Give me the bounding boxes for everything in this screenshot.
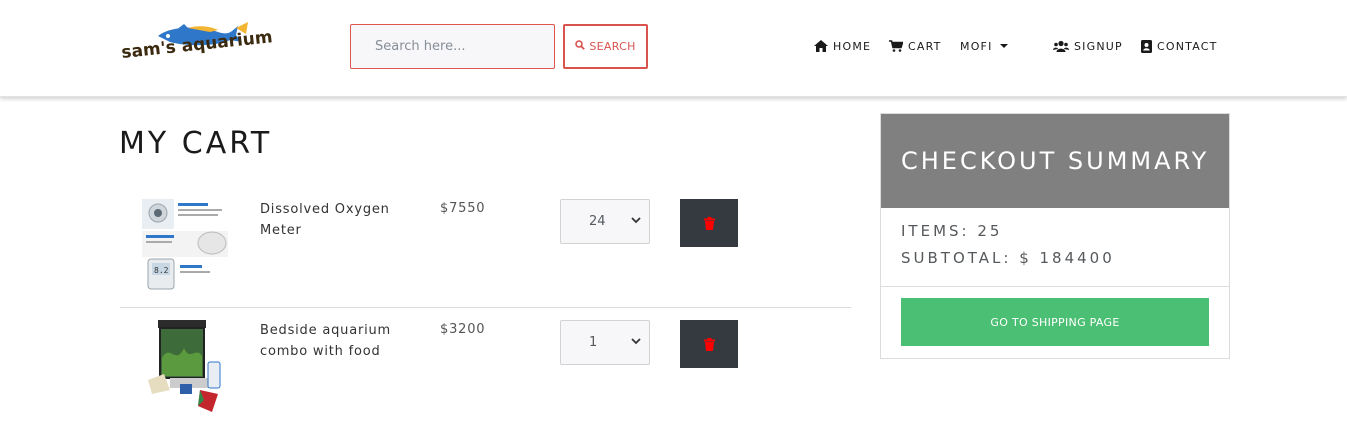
quantity-value: 1 bbox=[589, 335, 598, 350]
quantity-value: 24 bbox=[589, 214, 606, 229]
nav-cart[interactable]: CART bbox=[889, 38, 942, 54]
product-price: $7550 bbox=[440, 201, 486, 216]
summary-items-count: ITEMS: 25 bbox=[901, 222, 1003, 240]
chevron-down-icon bbox=[631, 338, 641, 345]
chevron-down-icon bbox=[631, 217, 641, 224]
nav-contact[interactable]: CONTACT bbox=[1141, 38, 1218, 54]
caret-down-icon bbox=[999, 44, 1008, 48]
summary-totals: ITEMS: 25 SUBTOTAL: $ 184400 bbox=[881, 208, 1229, 287]
navbar: sam's aquarium SEARCH HOME CART MOFI SIG… bbox=[0, 0, 1347, 97]
svg-text:8.2: 8.2 bbox=[154, 266, 169, 275]
cart-item-row: 8.2 Dissolved Oxygen Meter $7550 24 bbox=[120, 187, 851, 308]
page-title: MY CART bbox=[119, 126, 273, 161]
nav-mofi-label: MOFI bbox=[960, 39, 993, 53]
checkout-summary-card: CHECKOUT SUMMARY ITEMS: 25 SUBTOTAL: $ 1… bbox=[880, 113, 1230, 359]
product-name[interactable]: Dissolved Oxygen Meter bbox=[260, 199, 410, 241]
search-input[interactable] bbox=[350, 24, 555, 69]
nav-signup-label: SIGNUP bbox=[1074, 39, 1123, 53]
trash-icon bbox=[703, 216, 715, 230]
nav-signup[interactable]: SIGNUP bbox=[1053, 38, 1123, 54]
home-icon bbox=[814, 40, 828, 52]
product-name[interactable]: Bedside aquarium combo with food bbox=[260, 320, 410, 362]
summary-subtotal: SUBTOTAL: $ 184400 bbox=[901, 249, 1115, 267]
product-image[interactable] bbox=[140, 318, 230, 413]
go-to-shipping-button[interactable]: GO TO SHIPPING PAGE bbox=[901, 298, 1209, 346]
cart-icon bbox=[889, 40, 903, 52]
trash-icon bbox=[703, 337, 715, 351]
nav-home-label: HOME bbox=[833, 39, 872, 53]
product-image[interactable]: 8.2 bbox=[140, 197, 230, 292]
product-price: $3200 bbox=[440, 322, 486, 337]
cart-item-row: Bedside aquarium combo with food $3200 1 bbox=[120, 308, 851, 429]
users-icon bbox=[1053, 40, 1069, 52]
delete-item-button[interactable] bbox=[680, 320, 738, 368]
search-button-label: SEARCH bbox=[589, 40, 636, 53]
quantity-select[interactable]: 24 bbox=[560, 199, 650, 244]
nav-contact-label: CONTACT bbox=[1157, 39, 1218, 53]
nav-home[interactable]: HOME bbox=[814, 38, 871, 54]
search-button[interactable]: SEARCH bbox=[563, 24, 648, 69]
contact-card-icon bbox=[1141, 39, 1152, 53]
quantity-select[interactable]: 1 bbox=[560, 320, 650, 365]
search-icon bbox=[575, 40, 586, 53]
nav-mofi-dropdown[interactable]: MOFI bbox=[960, 38, 1008, 54]
delete-item-button[interactable] bbox=[680, 199, 738, 247]
nav-cart-label: CART bbox=[908, 39, 942, 53]
sams-aquarium-logo[interactable]: sam's aquarium bbox=[118, 22, 273, 70]
checkout-summary-title: CHECKOUT SUMMARY bbox=[881, 114, 1229, 208]
